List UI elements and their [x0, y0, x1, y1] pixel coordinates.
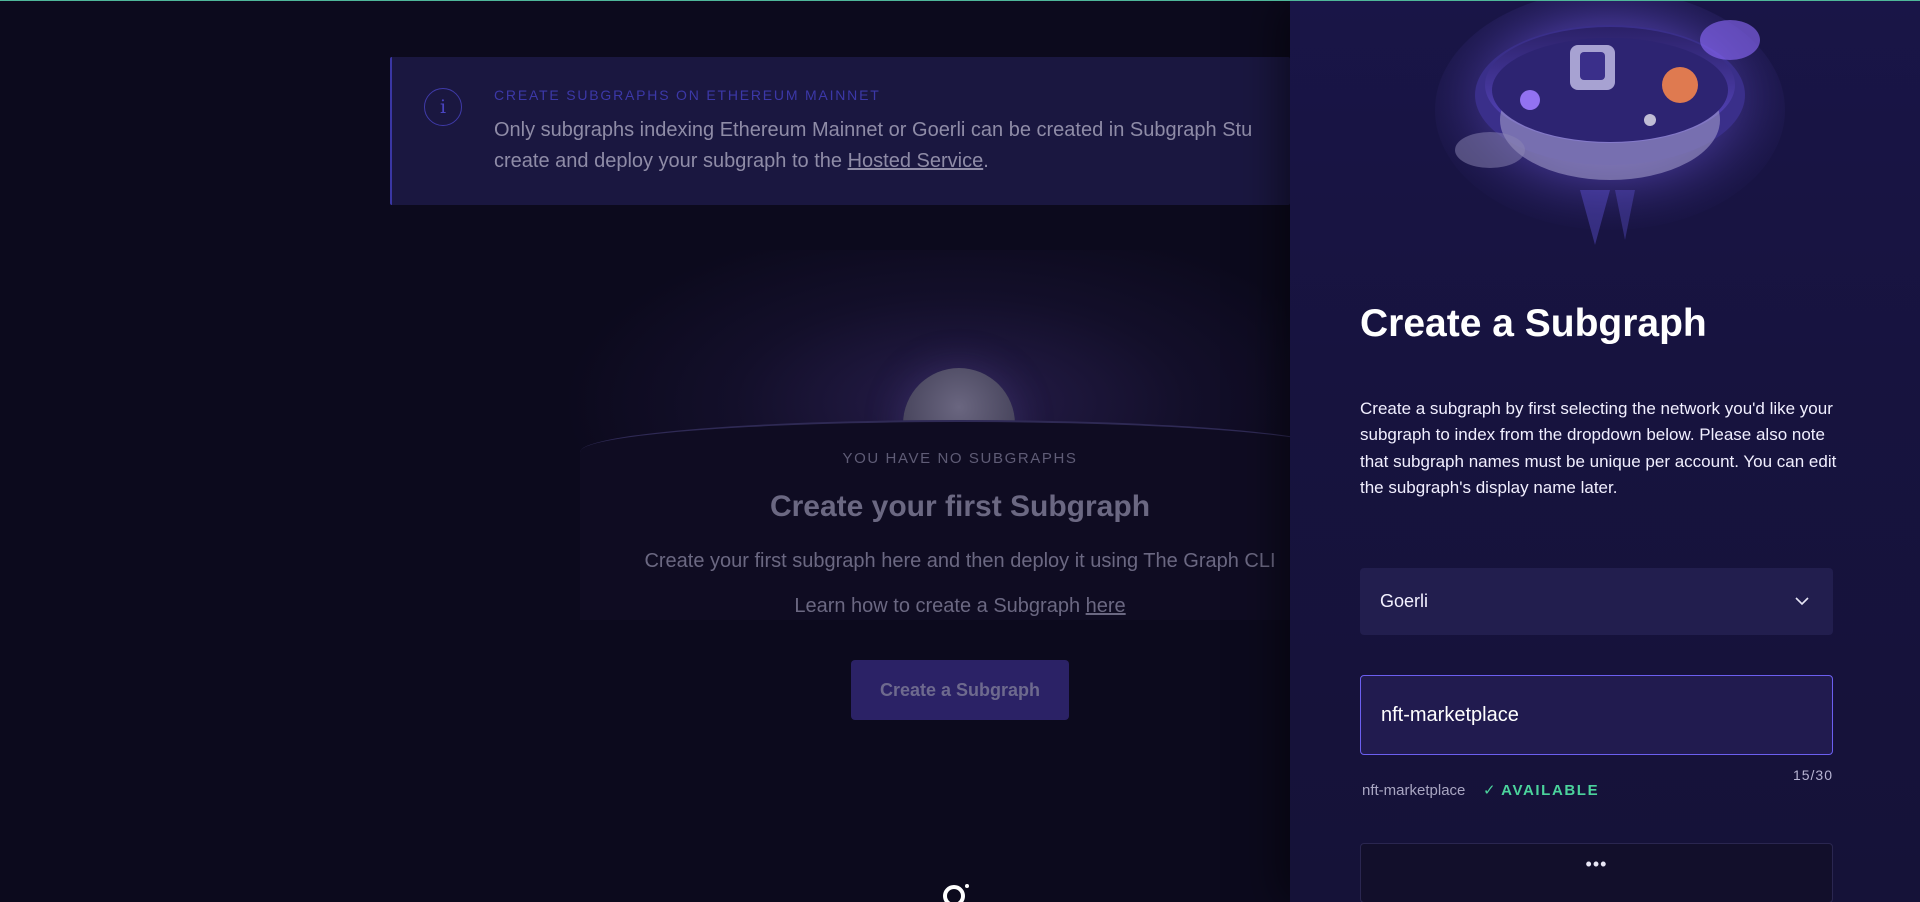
drawer-title: Create a Subgraph: [1360, 302, 1707, 345]
character-counter: 15/30: [1792, 767, 1833, 783]
empty-state-learn: Learn how to create a Subgraph here: [660, 595, 1260, 618]
hosted-service-link[interactable]: Hosted Service: [848, 150, 984, 172]
banner-text-line2: create and deploy your subgraph to the H…: [494, 146, 1314, 177]
drawer-description: Create a subgraph by first selecting the…: [1360, 399, 1837, 498]
network-selected-value: Goerli: [1380, 591, 1429, 611]
info-banner: i CREATE SUBGRAPHS ON ETHEREUM MAINNET O…: [390, 57, 1290, 205]
create-subgraph-submit-button[interactable]: •••: [1360, 843, 1833, 902]
create-subgraph-drawer: Create a Subgraph Create a subgraph by f…: [1290, 0, 1920, 902]
chevron-down-icon: [1795, 597, 1809, 606]
banner-text-line1: Only subgraphs indexing Ethereum Mainnet…: [494, 119, 1253, 141]
banner-text-suffix: .: [983, 150, 989, 172]
check-icon: ✓: [1483, 782, 1498, 799]
graph-logo-icon: [943, 884, 969, 902]
empty-state-subtitle: Create your first subgraph here and then…: [644, 550, 1276, 572]
learn-here-link[interactable]: here: [1086, 595, 1126, 617]
empty-state-title: Create your first Subgraph: [769, 490, 1151, 523]
info-icon: i: [424, 88, 462, 126]
banner-text-prefix: create and deploy your subgraph to the: [494, 150, 848, 172]
banner-text: Only subgraphs indexing Ethereum Mainnet…: [494, 115, 1314, 177]
availability-status: ✓ AVAILABLE: [1483, 781, 1599, 799]
learn-prefix: Learn how to create a Subgraph: [794, 595, 1086, 617]
empty-state-label: YOU HAVE NO SUBGRAPHS: [842, 450, 1078, 467]
subgraph-name-input[interactable]: [1360, 675, 1833, 755]
create-subgraph-background-button[interactable]: Create a Subgraph: [851, 660, 1069, 720]
network-dropdown[interactable]: Goerli: [1360, 568, 1833, 635]
banner-title: CREATE SUBGRAPHS ON ETHEREUM MAINNET: [494, 87, 881, 103]
availability-label: AVAILABLE: [1501, 782, 1600, 799]
top-accent-line: [0, 0, 1920, 1]
floating-island-illustration: [1435, 0, 1785, 245]
subgraph-name-preview: nft-marketplace: [1362, 782, 1466, 799]
